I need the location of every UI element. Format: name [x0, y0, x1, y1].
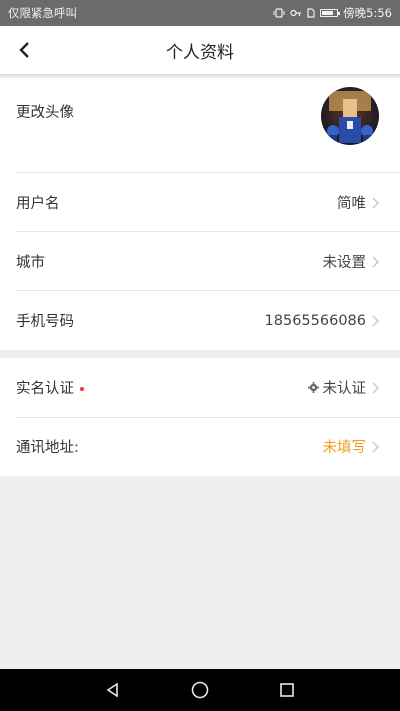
phone-row[interactable]: 手机号码 18565566086	[0, 291, 400, 350]
home-circle-icon	[191, 681, 209, 699]
page-title: 个人资料	[166, 42, 234, 63]
city-value: 未设置	[322, 255, 367, 271]
username-value: 简唯	[337, 196, 366, 212]
back-triangle-icon	[106, 682, 119, 698]
verification-group: 实名认证 未认证 通讯地址: 未填写	[0, 358, 400, 476]
realname-row[interactable]: 实名认证 未认证	[0, 358, 400, 417]
required-dot	[80, 387, 84, 391]
phone-label: 手机号码	[16, 314, 74, 330]
chevron-right-icon	[372, 315, 379, 326]
chevron-right-icon	[372, 382, 379, 393]
system-home-button[interactable]	[180, 670, 220, 710]
back-button[interactable]	[8, 34, 40, 66]
system-nav-bar	[0, 669, 400, 711]
system-recents-button[interactable]	[267, 670, 307, 710]
realname-value: 未认证	[307, 377, 367, 398]
vibrate-icon	[273, 8, 285, 18]
address-value: 未填写	[322, 440, 367, 456]
realname-status: 未认证	[322, 381, 367, 397]
realname-label: 实名认证	[16, 377, 84, 398]
avatar[interactable]	[321, 87, 379, 145]
status-bar: 仅限紧急呼叫 傍晚5:56	[0, 0, 400, 26]
system-back-button[interactable]	[93, 670, 133, 710]
change-avatar-row[interactable]: 更改头像	[0, 78, 400, 173]
sim-icon	[307, 8, 315, 18]
status-right: 傍晚5:56	[273, 5, 392, 21]
change-avatar-label: 更改头像	[16, 105, 74, 121]
chevron-right-icon	[372, 197, 379, 208]
status-time: 傍晚5:56	[343, 6, 392, 20]
profile-group: 更改头像 用户名 简唯 城市 未设置 手机号码 18565566086	[0, 78, 400, 350]
chevron-right-icon	[372, 256, 379, 267]
username-row[interactable]: 用户名 简唯	[0, 173, 400, 232]
gear-icon	[307, 382, 319, 393]
battery-icon	[320, 9, 341, 17]
header: 个人资料	[0, 26, 400, 74]
city-row[interactable]: 城市 未设置	[0, 232, 400, 291]
recents-square-icon	[279, 683, 294, 697]
chevron-left-icon	[19, 42, 29, 58]
key-icon	[290, 8, 302, 18]
phone-value: 18565566086	[264, 312, 366, 329]
username-label: 用户名	[16, 196, 60, 212]
realname-label-text: 实名认证	[16, 381, 74, 397]
chevron-right-icon	[372, 441, 379, 452]
city-label: 城市	[16, 255, 45, 271]
address-label: 通讯地址:	[16, 440, 79, 456]
address-row[interactable]: 通讯地址: 未填写	[0, 417, 400, 476]
status-left-text: 仅限紧急呼叫	[8, 6, 77, 20]
